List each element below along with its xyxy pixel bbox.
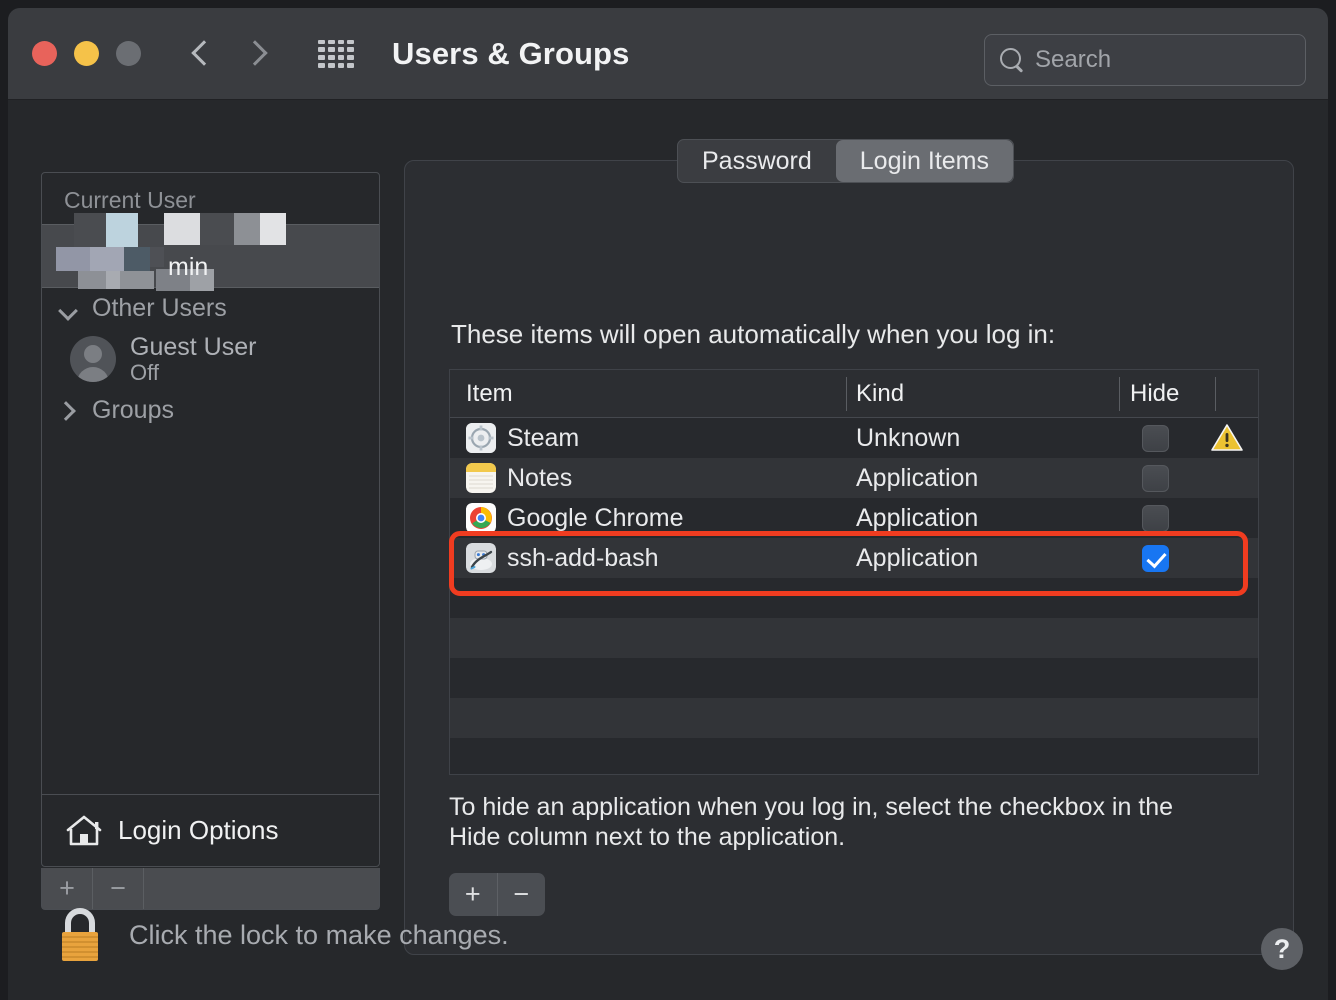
navigation-arrows (188, 41, 270, 67)
login-items-intro: These items will open automatically when… (451, 319, 1056, 349)
help-button[interactable]: ? (1261, 928, 1303, 970)
cell-kind: Application (856, 503, 979, 532)
cell-hide (1142, 424, 1169, 452)
back-chevron-icon[interactable] (188, 41, 214, 67)
cell-item: Notes (466, 463, 572, 493)
chevron-down-icon[interactable] (56, 297, 80, 321)
house-icon (64, 814, 104, 848)
show-all-grid-icon[interactable] (318, 39, 354, 68)
sidebar-item-login-options[interactable]: Login Options (42, 794, 379, 866)
window-titlebar: Users & Groups Search (8, 8, 1328, 100)
current-user-name: min (168, 253, 209, 281)
column-header-hide[interactable]: Hide (1130, 370, 1179, 417)
cell-hide (1142, 504, 1169, 532)
sidebar-group-label: Groups (92, 395, 174, 424)
minimize-button[interactable] (74, 41, 99, 66)
tab-password[interactable]: Password (678, 140, 836, 182)
forward-chevron-icon[interactable] (244, 41, 270, 67)
cell-kind: Unknown (856, 423, 961, 452)
table-row[interactable]: Google Chrome Application (450, 498, 1258, 538)
warning-triangle-icon[interactable] (1210, 423, 1244, 453)
cell-item: Google Chrome (466, 503, 683, 533)
zoom-button[interactable] (116, 41, 141, 66)
column-divider[interactable] (1119, 377, 1120, 411)
login-item-name: Notes (507, 463, 573, 492)
login-items-table: Item Kind Hide Steam Unknown Notes Applicat… (449, 369, 1259, 775)
tab-login-items[interactable]: Login Items (835, 140, 1014, 182)
sidebar-group-other-users[interactable]: Other Users (42, 288, 379, 329)
table-row[interactable]: Steam Unknown (450, 418, 1258, 458)
login-item-name: Google Chrome (507, 503, 684, 532)
cell-kind: Application (856, 543, 979, 572)
chevron-right-icon[interactable] (56, 398, 80, 422)
search-icon (999, 47, 1025, 73)
sidebar-item-current-user[interactable]: min (42, 213, 379, 291)
column-header-kind[interactable]: Kind (856, 370, 904, 417)
login-options-label: Login Options (118, 815, 279, 845)
page-title: Users & Groups (392, 35, 630, 71)
sidebar-item-guest-user[interactable]: Guest User Off (42, 329, 379, 390)
notes-icon (466, 463, 496, 493)
login-item-name: Steam (507, 423, 580, 452)
guest-user-status: Off (130, 360, 159, 385)
table-row-empty[interactable] (450, 698, 1258, 738)
traffic-lights (32, 41, 141, 66)
table-row[interactable]: Notes Application (450, 458, 1258, 498)
chrome-icon (466, 503, 496, 533)
cell-hide (1142, 464, 1169, 492)
cell-kind: Application (856, 463, 979, 492)
hide-column-help-text: To hide an application when you log in, … (449, 793, 1174, 851)
table-header: Item Kind Hide (450, 370, 1258, 418)
column-divider[interactable] (1215, 377, 1216, 411)
table-row-empty[interactable] (450, 618, 1258, 658)
tab-bar: Password Login Items (677, 139, 1015, 183)
content-panel: Password Login Items These items will op… (404, 139, 1294, 955)
search-placeholder: Search (1035, 46, 1112, 73)
sidebar-toolbar: + − (41, 868, 380, 910)
hide-checkbox[interactable] (1142, 424, 1169, 452)
remove-user-button[interactable]: − (93, 868, 144, 909)
steam-icon (466, 423, 496, 453)
system-preferences-window: Users & Groups Search Current User min O… (8, 8, 1328, 1000)
guest-user-name: Guest User (130, 333, 257, 361)
lock-control[interactable]: Click the lock to make changes. (53, 906, 509, 964)
close-button[interactable] (32, 41, 57, 66)
lock-message: Click the lock to make changes. (129, 919, 509, 950)
automator-icon (466, 543, 496, 573)
hide-checkbox[interactable] (1142, 544, 1169, 572)
sidebar-group-groups[interactable]: Groups (42, 390, 379, 431)
login-item-name: ssh-add-bash (507, 543, 659, 572)
add-user-button[interactable]: + (42, 868, 93, 909)
cell-hide (1142, 544, 1169, 572)
lock-icon[interactable] (53, 906, 107, 964)
hide-checkbox[interactable] (1142, 464, 1169, 492)
table-row-empty[interactable] (450, 738, 1258, 774)
cell-item: Steam (466, 423, 579, 453)
guest-avatar-icon (70, 336, 116, 383)
sidebar-group-label: Other Users (92, 294, 227, 322)
search-field[interactable]: Search (984, 34, 1306, 86)
cell-item: ssh-add-bash (466, 543, 658, 573)
hide-checkbox[interactable] (1142, 504, 1169, 532)
users-sidebar: Current User min Other Users Guest User … (41, 172, 380, 867)
table-row[interactable]: ssh-add-bash Application (450, 538, 1258, 578)
window-body: Current User min Other Users Guest User … (8, 100, 1328, 1000)
table-body: Steam Unknown Notes Application Google Chrom… (450, 418, 1258, 774)
column-divider[interactable] (846, 377, 847, 411)
table-row-empty[interactable] (450, 578, 1258, 618)
column-header-item[interactable]: Item (466, 370, 513, 417)
table-row-empty[interactable] (450, 658, 1258, 698)
redacted-user-mosaic (42, 203, 286, 291)
